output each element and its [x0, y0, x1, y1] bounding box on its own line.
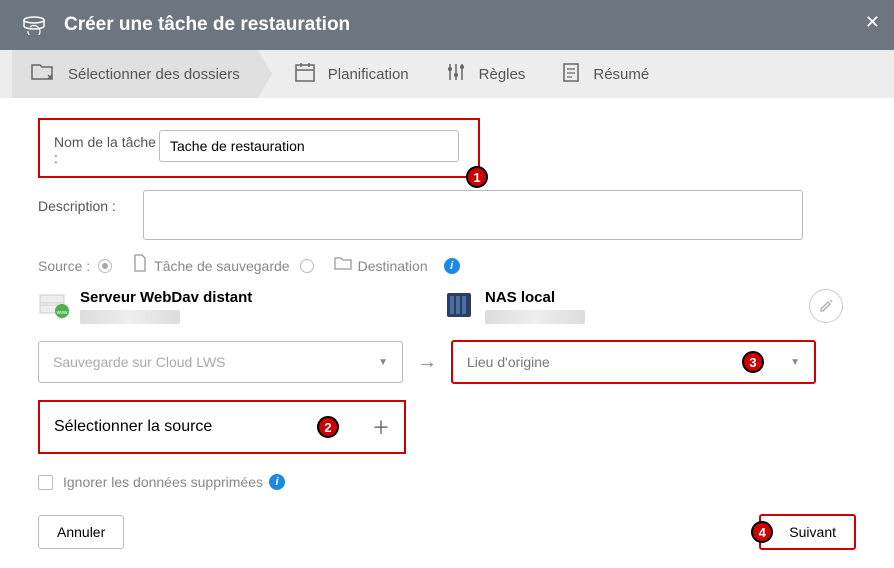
description-group: Description :: [38, 190, 856, 240]
callout-badge-1: 1: [466, 166, 488, 188]
summary-icon: [561, 61, 581, 87]
select-row: Sauvegarde sur Cloud LWS ▼ → Lieu d'orig…: [38, 340, 856, 384]
dest-device-sub: [485, 310, 585, 324]
source-device-title: Serveur WebDav distant: [80, 289, 252, 306]
destination-select[interactable]: Lieu d'origine 3 ▼: [451, 340, 816, 384]
radio-backup-label: Tâche de sauvegarde: [154, 258, 289, 274]
svg-text:www: www: [57, 310, 68, 316]
tab-select-folders[interactable]: Sélectionner des dossiers: [12, 50, 258, 98]
description-input[interactable]: [143, 190, 803, 240]
destination-select-value: Lieu d'origine: [467, 354, 550, 370]
select-source-label: Sélectionner la source: [54, 418, 212, 436]
arrow-right-icon: →: [417, 351, 437, 374]
select-source-button[interactable]: Sélectionner la source 2 ＋: [38, 400, 406, 454]
close-icon[interactable]: ✕: [865, 12, 880, 33]
ignore-deleted-row: Ignorer les données supprimées i: [38, 474, 856, 490]
ignore-deleted-label: Ignorer les données supprimées: [63, 474, 263, 490]
nas-icon: [443, 289, 475, 321]
info-icon[interactable]: i: [444, 258, 460, 274]
tab-label: Sélectionner des dossiers: [68, 66, 240, 83]
sliders-icon: [445, 61, 467, 87]
dialog-title: Créer une tâche de restauration: [64, 14, 350, 36]
file-icon: [132, 254, 148, 277]
radio-backup-task[interactable]: [98, 259, 112, 273]
tab-scheduling[interactable]: Planification: [276, 50, 427, 98]
dialog-header: Créer une tâche de restauration ✕: [0, 0, 894, 50]
next-button-label: Suivant: [789, 524, 836, 540]
cancel-button[interactable]: Annuler: [38, 515, 124, 549]
task-name-input[interactable]: [159, 130, 459, 162]
tab-label: Résumé: [593, 66, 649, 83]
callout-badge-2: 2: [317, 416, 339, 438]
source-device-sub: [80, 310, 180, 324]
backup-select[interactable]: Sauvegarde sur Cloud LWS ▼: [38, 341, 403, 383]
task-name-group: Nom de la tâche : 1: [38, 118, 480, 178]
tab-rules[interactable]: Règles: [427, 50, 544, 98]
description-label: Description :: [38, 190, 143, 214]
task-name-label: Nom de la tâche :: [54, 130, 159, 166]
dest-device-title: NAS local: [485, 289, 585, 306]
plus-icon: ＋: [372, 414, 390, 440]
edit-destination-button[interactable]: [809, 289, 843, 323]
folder-icon: [334, 255, 352, 276]
callout-badge-4: 4: [751, 521, 773, 543]
tab-summary[interactable]: Résumé: [543, 50, 667, 98]
radio-destination[interactable]: [300, 259, 314, 273]
info-icon[interactable]: i: [269, 474, 285, 490]
restore-icon: [20, 15, 48, 35]
tab-label: Planification: [328, 66, 409, 83]
chevron-down-icon: ▼: [790, 357, 800, 368]
wizard-tabs: Sélectionner des dossiers Planification …: [0, 50, 894, 98]
ignore-deleted-checkbox[interactable]: [38, 475, 53, 490]
source-device: www Serveur WebDav distant: [38, 289, 443, 324]
backup-select-value: Sauvegarde sur Cloud LWS: [53, 354, 226, 370]
next-button[interactable]: 4 Suivant: [759, 514, 856, 550]
source-label: Source :: [38, 258, 90, 274]
calendar-icon: [294, 61, 316, 87]
webdav-icon: www: [38, 289, 70, 321]
form-content: Nom de la tâche : 1 Description : Source…: [0, 98, 894, 510]
chevron-down-icon: ▼: [378, 357, 388, 368]
dest-device: NAS local: [443, 289, 843, 324]
folder-select-icon: [30, 61, 56, 87]
source-radio-group: Source : Tâche de sauvegarde Destination…: [38, 254, 856, 277]
dialog-footer: Annuler 4 Suivant: [38, 514, 856, 550]
callout-badge-3: 3: [742, 351, 764, 373]
tab-label: Règles: [479, 66, 526, 83]
radio-dest-label: Destination: [358, 258, 428, 274]
devices-row: www Serveur WebDav distant NAS local: [38, 289, 856, 324]
